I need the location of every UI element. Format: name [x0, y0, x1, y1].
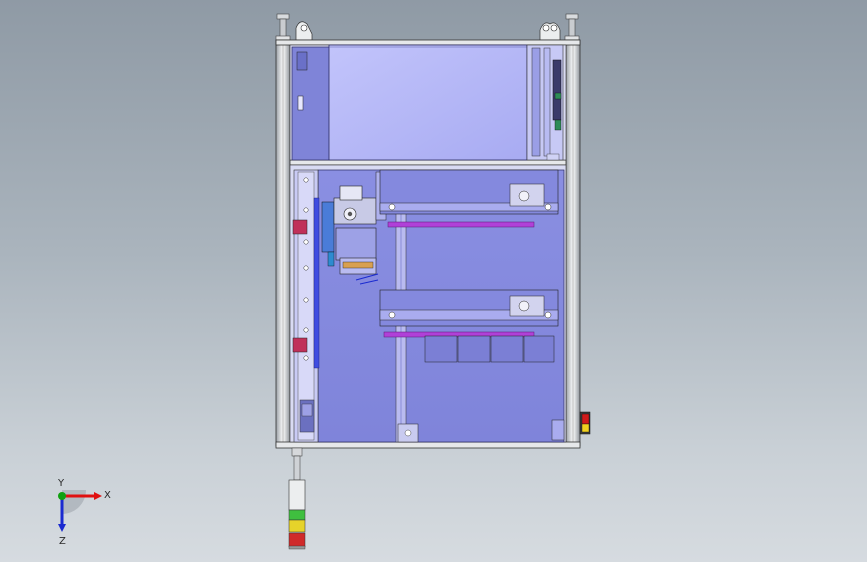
upper-compartment[interactable]	[289, 44, 567, 161]
upper-side-bracket	[296, 51, 308, 71]
stack-light-tower[interactable]	[288, 447, 306, 550]
frame-beam-top	[275, 39, 581, 46]
coordinate-triad: X Y Z	[57, 478, 111, 547]
stack-light-red	[288, 532, 306, 548]
caster-wheel-right	[539, 22, 561, 41]
blue-bar-vertical	[313, 197, 320, 369]
stack-light-green	[288, 509, 306, 521]
upper-cabinet-panel[interactable]	[328, 44, 528, 161]
leveling-foot-right	[564, 13, 580, 41]
frame-beam-bottom	[275, 441, 581, 449]
upper-right-linear-guide	[526, 44, 564, 161]
machine-assembly[interactable]	[275, 13, 591, 550]
y-axis-dot-icon	[58, 492, 66, 500]
frame-beam-middle	[289, 159, 567, 166]
cad-viewport[interactable]	[0, 0, 867, 562]
z-axis-arrow-icon	[58, 524, 66, 532]
lower-compartment[interactable]	[289, 164, 567, 443]
tray-pockets	[424, 335, 555, 363]
right-side-bracket	[551, 419, 565, 441]
stack-light-yellow	[288, 519, 306, 533]
magenta-rail-upper	[387, 221, 535, 228]
y-axis-label: Y	[57, 478, 65, 489]
caster-wheel-left	[295, 21, 313, 41]
red-sensor-upper	[292, 219, 308, 235]
x-axis-arrow-icon	[94, 492, 102, 500]
emergency-stop-button[interactable]	[579, 411, 591, 435]
z-axis-label: Z	[59, 536, 66, 547]
leveling-foot-left	[275, 13, 291, 41]
x-axis-label: X	[104, 490, 111, 501]
red-sensor-lower	[292, 337, 308, 353]
